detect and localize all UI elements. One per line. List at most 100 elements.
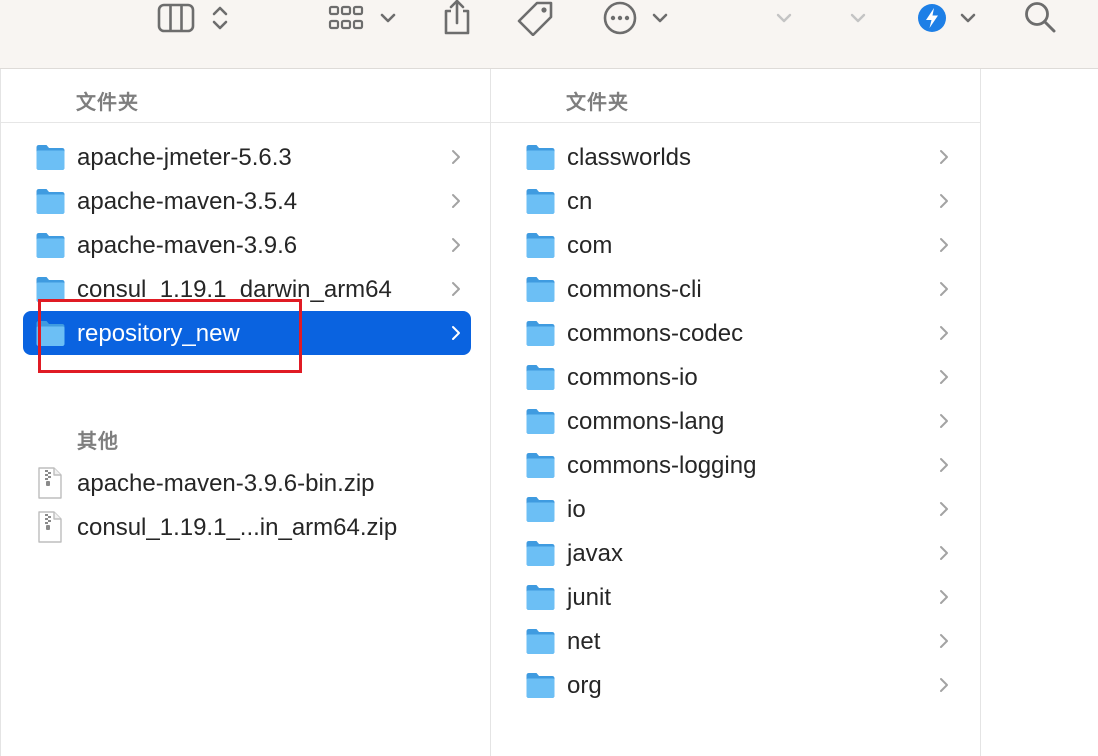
chevron-right-icon	[939, 368, 949, 386]
folder-row[interactable]: consul_1.19.1_darwin_arm64	[23, 267, 471, 311]
folder-icon	[525, 627, 556, 655]
folder-icon	[525, 407, 556, 435]
grid-view-icon[interactable]	[324, 0, 368, 36]
file-row[interactable]: consul_1.19.1_...in_arm64.zip	[23, 505, 471, 549]
chevron-right-icon	[939, 456, 949, 474]
chevron-right-icon	[939, 148, 949, 166]
chevron-right-icon	[939, 676, 949, 694]
chevron-right-icon	[451, 148, 461, 166]
chevron-right-icon	[939, 632, 949, 650]
folder-icon	[525, 143, 556, 171]
chevron-right-icon	[939, 280, 949, 298]
folder-row[interactable]: com	[513, 223, 959, 267]
chevron-down-icon[interactable]	[376, 0, 400, 36]
folder-name: classworlds	[567, 144, 692, 171]
file-name: consul_1.19.1_...in_arm64.zip	[77, 514, 398, 541]
toolbar	[0, 0, 1098, 69]
section-label-other: 其他	[77, 429, 119, 453]
file-name: apache-maven-3.9.6-bin.zip	[77, 470, 375, 497]
folder-row[interactable]: commons-lang	[513, 399, 959, 443]
chevron-right-icon	[451, 192, 461, 210]
folder-icon	[525, 495, 556, 523]
folder-icon	[525, 671, 556, 699]
folder-row[interactable]: commons-cli	[513, 267, 959, 311]
folder-row[interactable]: commons-codec	[513, 311, 959, 355]
folder-icon	[525, 539, 556, 567]
more-icon[interactable]	[600, 0, 640, 36]
folder-icon	[525, 363, 556, 391]
folder-icon	[35, 231, 66, 259]
column-parent: 文件夹 apache-jmeter-5.6.3 apache-maven-3.5.…	[0, 69, 491, 756]
folder-icon	[525, 451, 556, 479]
zip-file-icon	[37, 466, 63, 500]
action-icon[interactable]	[914, 0, 950, 36]
folder-icon	[525, 275, 556, 303]
updown-chevron-icon[interactable]	[206, 0, 234, 36]
folder-row[interactable]: net	[513, 619, 959, 663]
tag-icon[interactable]	[513, 0, 557, 36]
folder-row[interactable]: junit	[513, 575, 959, 619]
folder-name: com	[567, 232, 613, 259]
chevron-down-icon[interactable]	[772, 0, 796, 36]
column-header: 文件夹	[1, 69, 490, 123]
file-row[interactable]: apache-maven-3.9.6-bin.zip	[23, 461, 471, 505]
folder-name: commons-io	[567, 364, 698, 391]
folder-name: consul_1.19.1_darwin_arm64	[77, 276, 392, 303]
folder-icon	[35, 275, 66, 303]
folder-icon	[35, 187, 66, 215]
folder-name: javax	[567, 540, 624, 567]
folder-name: repository_new	[77, 320, 240, 347]
folder-icon	[35, 143, 66, 171]
folder-row[interactable]: javax	[513, 531, 959, 575]
folder-icon	[525, 231, 556, 259]
chevron-down-icon[interactable]	[846, 0, 870, 36]
folder-name: io	[567, 496, 586, 523]
chevron-right-icon	[939, 544, 949, 562]
chevron-right-icon	[451, 236, 461, 254]
chevron-right-icon	[939, 236, 949, 254]
folder-row[interactable]: apache-maven-3.5.4	[23, 179, 471, 223]
chevron-right-icon	[939, 192, 949, 210]
chevron-right-icon	[451, 280, 461, 298]
share-icon[interactable]	[438, 0, 476, 36]
folder-name: commons-logging	[567, 452, 757, 479]
folder-name: commons-lang	[567, 408, 725, 435]
folder-name: commons-codec	[567, 320, 744, 347]
section-label-folders: 文件夹	[566, 90, 629, 114]
zip-file-icon	[37, 510, 63, 544]
folder-row[interactable]: org	[513, 663, 959, 707]
column-header: 文件夹	[491, 69, 980, 123]
folder-row[interactable]: commons-io	[513, 355, 959, 399]
folder-name: apache-maven-3.5.4	[77, 188, 298, 215]
column-empty	[981, 69, 1098, 756]
search-icon[interactable]	[1020, 0, 1060, 36]
chevron-right-icon	[451, 324, 461, 342]
folder-row[interactable]: repository_new	[23, 311, 471, 355]
folder-name: apache-jmeter-5.6.3	[77, 144, 292, 171]
folder-row[interactable]: commons-logging	[513, 443, 959, 487]
folder-row[interactable]: cn	[513, 179, 959, 223]
chevron-down-icon[interactable]	[648, 0, 672, 36]
chevron-down-icon[interactable]	[956, 0, 980, 36]
folder-row[interactable]: io	[513, 487, 959, 531]
folder-row[interactable]: classworlds	[513, 135, 959, 179]
folder-row[interactable]: apache-maven-3.9.6	[23, 223, 471, 267]
folder-icon	[525, 583, 556, 611]
chevron-right-icon	[939, 412, 949, 430]
column-view-icon[interactable]	[154, 0, 198, 36]
chevron-right-icon	[939, 324, 949, 342]
folder-row[interactable]: apache-jmeter-5.6.3	[23, 135, 471, 179]
column-contents: 文件夹 classworlds cn com commons-cli commons-c…	[491, 69, 981, 756]
section-label-folders: 文件夹	[76, 90, 139, 114]
folder-icon	[525, 187, 556, 215]
folder-icon	[35, 319, 66, 347]
folder-name: org	[567, 672, 602, 699]
folder-icon	[525, 319, 556, 347]
chevron-right-icon	[939, 500, 949, 518]
finder-window: 文件夹 apache-jmeter-5.6.3 apache-maven-3.5.…	[0, 0, 1098, 756]
folder-name: net	[567, 628, 601, 655]
folder-name: junit	[567, 584, 612, 611]
folder-name: apache-maven-3.9.6	[77, 232, 298, 259]
folder-name: commons-cli	[567, 276, 702, 303]
chevron-right-icon	[939, 588, 949, 606]
